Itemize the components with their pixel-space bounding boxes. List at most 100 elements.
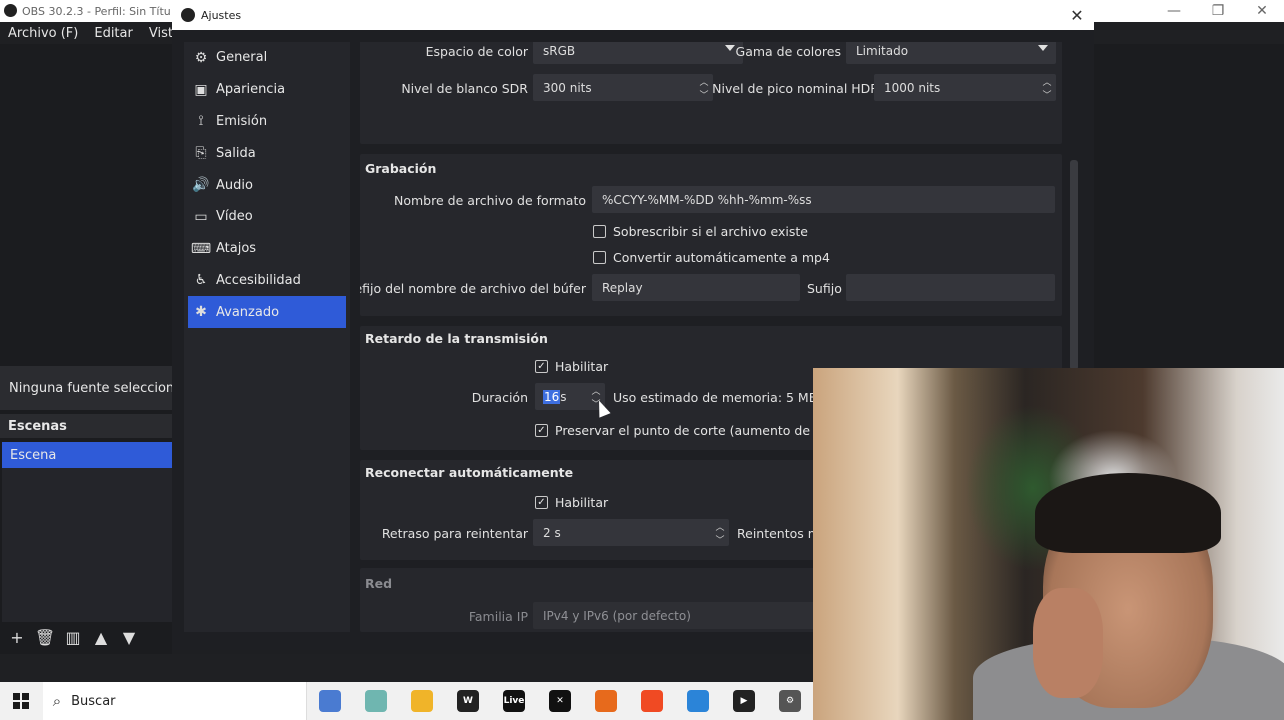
settings-taskbar-icon: ⚙ [779, 690, 801, 712]
sdr-white-label: Nivel de blanco SDR [401, 81, 528, 96]
taskbar-app[interactable] [675, 682, 721, 720]
checkbox-icon [593, 251, 606, 264]
dialog-title: Ajustes [201, 8, 242, 22]
retry-delay-value: 2 s [543, 525, 561, 540]
taskbar-app[interactable]: ⚙ [767, 682, 813, 720]
capcut-icon: ✕ [549, 690, 571, 712]
nav-label: Apariencia [216, 82, 286, 98]
replay-prefix-input[interactable]: Replay [592, 274, 800, 301]
taskbar-app[interactable] [353, 682, 399, 720]
remove-scene-icon[interactable]: 🗑 [34, 626, 56, 648]
ip-family-label: Familia IP [468, 609, 528, 624]
w-app-icon: W [457, 690, 479, 712]
add-scene-icon[interactable]: + [6, 626, 28, 648]
reconnect-enable-label: Habilitar [555, 495, 609, 510]
taskbar-apps: W Live ✕ ▶ ⚙ [307, 682, 813, 720]
preserve-label: Preservar el punto de corte (aumento de … [555, 423, 845, 438]
obs-right-panel [1094, 44, 1284, 368]
spin-arrows-icon[interactable]: ︿ ﹀ [697, 75, 711, 101]
reconnect-title: Reconectar automáticamente [365, 465, 574, 480]
dialog-titlebar: Ajustes ✕ [172, 0, 1094, 30]
nav-label: Audio [216, 177, 253, 193]
speaker-icon: 🔊 [192, 177, 210, 194]
nav-avanzado[interactable]: ✱ Avanzado [188, 296, 346, 329]
taskbar-app[interactable]: Live [491, 682, 537, 720]
nav-salida[interactable]: ⎘ Salida [184, 137, 350, 169]
minimize-icon[interactable]: — [1152, 0, 1196, 22]
duration-label: Duración [471, 390, 528, 405]
nav-atajos[interactable]: ⌨ Atajos [184, 233, 350, 265]
start-button[interactable] [0, 682, 43, 720]
webcam-overlay [813, 368, 1284, 720]
taskbar-app[interactable] [399, 682, 445, 720]
remux-label: Convertir automáticamente a mp4 [613, 250, 830, 265]
obs-logo-icon [4, 4, 17, 17]
taskbar-app[interactable] [629, 682, 675, 720]
overwrite-checkbox[interactable]: Sobrescribir si el archivo existe [593, 224, 808, 239]
sdr-white-spinbox[interactable]: 300 nits ︿ ﹀ [533, 74, 713, 101]
nav-apariencia[interactable]: ▣ Apariencia [184, 74, 350, 106]
color-space-label: Espacio de color [425, 44, 528, 59]
recording-group: Grabación Nombre de archivo de formato %… [360, 154, 1062, 316]
hdr-peak-value: 1000 nits [884, 80, 941, 95]
retry-delay-spinbox[interactable]: 2 s ︿ ﹀ [533, 519, 729, 546]
brave-icon [641, 690, 663, 712]
search-icon: ⌕ [52, 692, 62, 710]
obs-window-title: OBS 30.2.3 - Perfil: Sin Título - [22, 4, 170, 18]
sdr-white-value: 300 nits [543, 80, 592, 95]
live-app-icon: Live [503, 690, 525, 712]
nav-audio[interactable]: 🔊 Audio [184, 169, 350, 201]
color-space-select[interactable]: sRGB [533, 42, 743, 64]
filename-format-input[interactable]: %CCYY-%MM-%DD %hh-%mm-%ss [592, 186, 1055, 213]
nav-emision[interactable]: ⟟ Emisión [184, 106, 350, 138]
reconnect-enable-checkbox[interactable]: ✓ Habilitar [535, 495, 608, 510]
nav-general[interactable]: ⚙ General [184, 42, 350, 74]
taskbar-app[interactable]: W [445, 682, 491, 720]
nav-accesibilidad[interactable]: ♿ Accesibilidad [184, 265, 350, 297]
preserve-checkbox[interactable]: ✓ Preservar el punto de corte (aumento de… [535, 423, 844, 438]
restore-icon[interactable]: ❐ [1196, 0, 1240, 22]
accessibility-icon: ♿ [194, 272, 208, 289]
recording-title: Grabación [365, 161, 437, 176]
taskbar-app[interactable] [583, 682, 629, 720]
settings-scrollbar[interactable] [1070, 160, 1078, 370]
notes-icon [365, 690, 387, 712]
color-range-label: Gama de colores [735, 44, 841, 59]
ip-family-select[interactable]: IPv4 y IPv6 (por defecto) [533, 602, 833, 629]
delay-enable-label: Habilitar [555, 359, 609, 374]
check-icon: ✓ [535, 424, 548, 437]
filter-scene-icon[interactable]: ▥ [62, 626, 84, 648]
calculator-icon [319, 690, 341, 712]
taskbar-app[interactable]: ▶ [721, 682, 767, 720]
remux-checkbox[interactable]: Convertir automáticamente a mp4 [593, 250, 830, 265]
duration-value: 16 [543, 389, 561, 404]
delay-enable-checkbox[interactable]: ✓ Habilitar [535, 359, 608, 374]
obs-dialog-logo-icon [181, 8, 195, 22]
spin-arrows-icon[interactable]: ︿ ﹀ [1040, 75, 1054, 101]
menu-archivo[interactable]: Archivo (F) [0, 26, 86, 41]
color-range-select[interactable]: Limitado [846, 42, 1056, 64]
nav-label: Vídeo [216, 209, 253, 225]
no-source-label: Ninguna fuente seleccionada [0, 366, 172, 410]
close-window-icon[interactable]: ✕ [1240, 0, 1284, 22]
chevron-down-icon [1038, 45, 1048, 51]
menu-editar[interactable]: Editar [86, 26, 141, 41]
close-icon[interactable]: ✕ [1066, 4, 1088, 26]
move-up-icon[interactable]: ▲ [90, 626, 112, 648]
spin-arrows-icon[interactable]: ︿ ﹀ [713, 520, 727, 546]
taskbar-search[interactable]: ⌕ Buscar [42, 682, 307, 720]
taskbar-app[interactable]: ✕ [537, 682, 583, 720]
nav-video[interactable]: ▭ Vídeo [184, 201, 350, 233]
retry-delay-label: Retraso para reintentar [381, 526, 528, 541]
nav-label: Atajos [216, 241, 257, 257]
nav-label: Emisión [216, 113, 268, 129]
scene-item[interactable]: Escena [2, 442, 172, 468]
hdr-peak-spinbox[interactable]: 1000 nits ︿ ﹀ [874, 74, 1056, 101]
taskbar-app[interactable] [307, 682, 353, 720]
stream-delay-title: Retardo de la transmisión [365, 331, 548, 346]
suffix-input[interactable] [846, 274, 1055, 301]
check-icon: ✓ [535, 496, 548, 509]
move-down-icon[interactable]: ▼ [118, 626, 140, 648]
nav-label: Salida [216, 145, 256, 161]
search-placeholder: Buscar [71, 693, 116, 709]
